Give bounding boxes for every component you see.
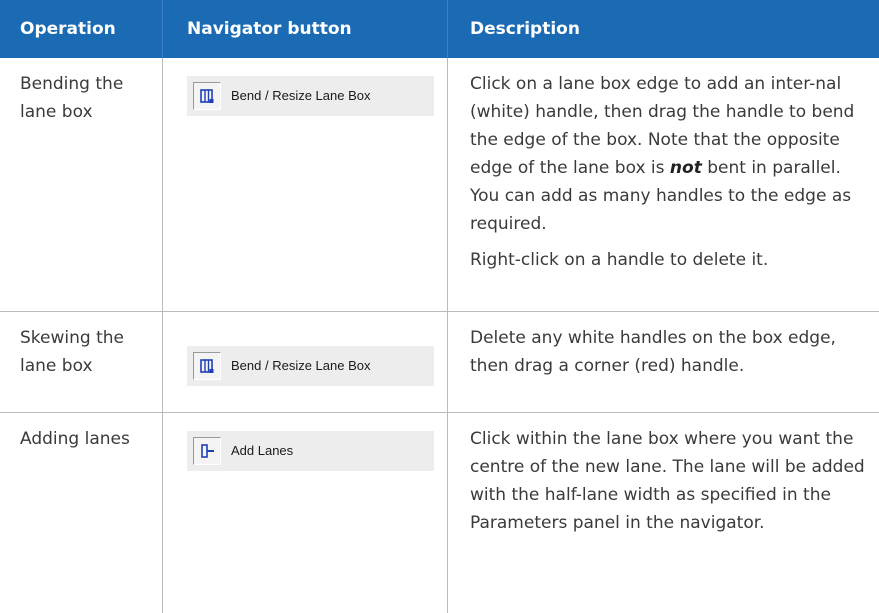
operation-cell: Adding lanes: [0, 413, 163, 613]
header-description: Description: [470, 19, 580, 39]
bend-resize-lane-box-icon: [193, 82, 221, 110]
header-operation: Operation: [0, 0, 163, 58]
table-row: Skewing the lane box Bend / Resize Lane …: [0, 312, 879, 413]
bend-resize-lane-box-button[interactable]: Bend / Resize Lane Box: [187, 346, 434, 386]
button-label: Bend / Resize Lane Box: [231, 358, 371, 373]
button-label: Add Lanes: [231, 443, 294, 458]
description-paragraph: Right-click on a handle to delete it.: [470, 250, 769, 270]
navigator-button-cell: Bend / Resize Lane Box: [163, 58, 448, 311]
description-cell: Delete any white handles on the box edge…: [448, 312, 879, 412]
description-cell: Click on a lane box edge to add an inter…: [448, 58, 879, 311]
button-label: Bend / Resize Lane Box: [231, 88, 371, 103]
operation-cell: Skewing the lane box: [0, 312, 163, 412]
navigator-button-cell: Bend / Resize Lane Box: [163, 312, 448, 412]
table-row: Bending the lane box Bend / Resize Lane …: [0, 58, 879, 312]
operations-table: Operation Navigator button Description B…: [0, 0, 879, 613]
emphasis-text: not: [669, 158, 702, 178]
table-row: Adding lanes Add Lanes Click within the …: [0, 413, 879, 613]
add-lanes-icon: [193, 437, 221, 465]
add-lanes-button[interactable]: Add Lanes: [187, 431, 434, 471]
table-header: Operation Navigator button Description: [0, 0, 879, 58]
description-cell: Click within the lane box where you want…: [448, 413, 879, 613]
description-paragraph: Click on a lane box edge to add an inter…: [470, 70, 867, 238]
bend-resize-lane-box-icon: [193, 352, 221, 380]
bend-resize-lane-box-button[interactable]: Bend / Resize Lane Box: [187, 76, 434, 116]
description-paragraph: Click within the lane box where you want…: [470, 429, 865, 533]
navigator-button-cell: Add Lanes: [163, 413, 448, 613]
description-paragraph: Delete any white handles on the box edge…: [470, 328, 836, 376]
operation-cell: Bending the lane box: [0, 58, 163, 311]
header-navigator-button: Navigator button: [163, 0, 448, 58]
